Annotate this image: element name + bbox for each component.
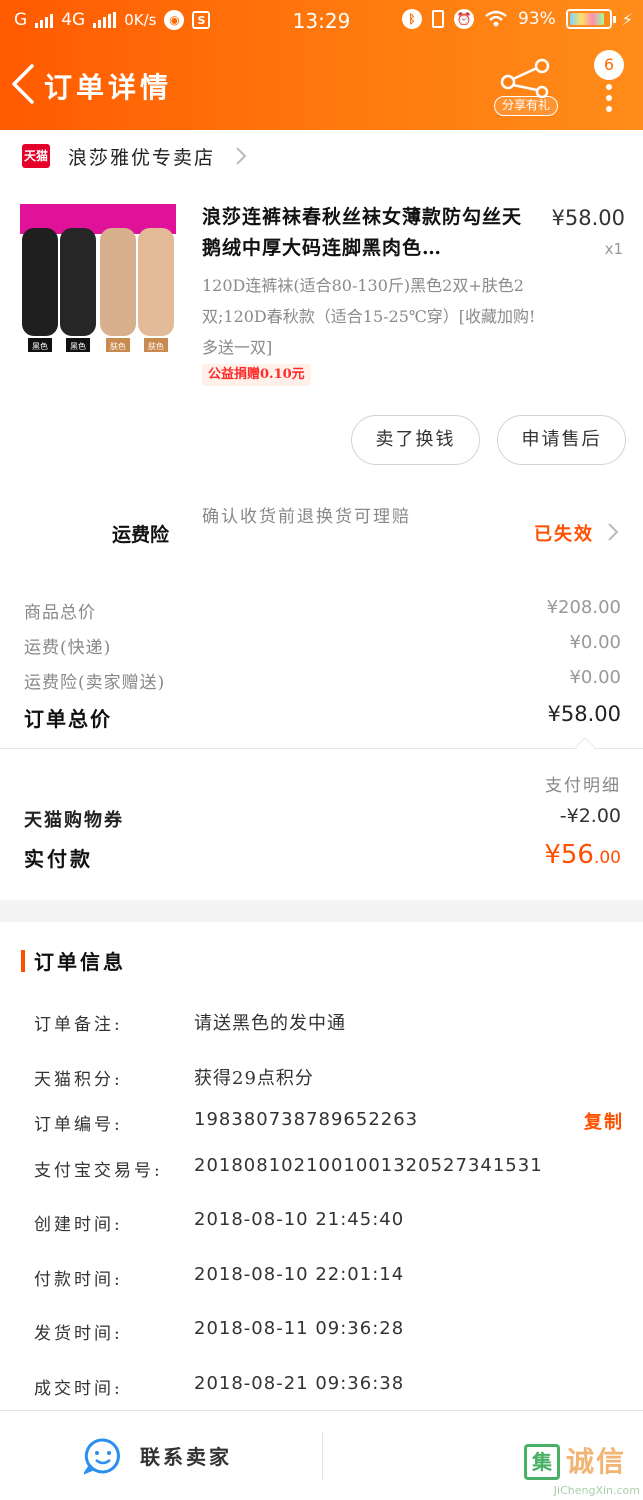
tights-image: 黑色 黑色 肤色 肤色 [20, 204, 176, 352]
thumb-label-1: 黑色 [32, 341, 48, 351]
chevron-right-icon [236, 147, 247, 165]
back-button[interactable] [6, 62, 42, 106]
order-number-label: 订单编号: [34, 1115, 123, 1135]
product-title[interactable]: 浪莎连裤袜春秋丝袜女薄款防勾丝天鹅绒中厚大码连脚黑肉色… [202, 202, 532, 264]
after-sale-button[interactable]: 申请售后 [497, 415, 626, 465]
insurance-label: 运费险 [112, 524, 170, 546]
shipping-label: 运费(快递) [24, 638, 112, 658]
product-price: ¥58.00 [551, 206, 625, 230]
shipping-value: ¥0.00 [569, 632, 621, 653]
deal-time-value: 2018-08-21 09:36:38 [194, 1373, 405, 1394]
order-info-title: 订单信息 [34, 950, 126, 974]
alipay-trade-label: 支付宝交易号: [34, 1161, 163, 1181]
charging-icon: ⚡ [621, 9, 633, 29]
order-total-label: 订单总价 [24, 707, 112, 731]
points-value: 获得29点积分 [194, 1068, 314, 1089]
chevron-right-icon [608, 523, 619, 541]
insurance-fee-value: ¥0.00 [569, 667, 621, 688]
insurance-fee-label: 运费险(卖家赠送) [24, 673, 166, 693]
shop-name: 浪莎雅优专卖店 [68, 147, 216, 169]
alarm-icon: ⏰ [453, 9, 474, 29]
insurance-desc: 确认收货前退换货可理赔 [202, 507, 411, 527]
status-bar: G 4G 0K/s ◉ S 13:29 ᛒ ⏰ 93% ⚡ [0, 0, 643, 44]
section-separator [0, 900, 643, 922]
charity-badge: 公益捐赠0.10元 [202, 364, 311, 386]
wifi-icon [485, 10, 507, 27]
deal-time-label: 成交时间: [34, 1379, 123, 1399]
divider [0, 748, 643, 749]
product-sku: 120D连裤袜(适合80-130斤)黑色2双+肤色2双;120D春秋款（适合15… [202, 276, 536, 357]
paid-time-label: 付款时间: [34, 1270, 123, 1290]
battery-icon [565, 9, 616, 29]
chat-icon [84, 1438, 120, 1475]
battery-percent: 93% [517, 9, 556, 29]
watermark-url: JiChengXin.com [553, 1484, 640, 1497]
thumb-label-2: 黑色 [70, 341, 86, 351]
more-button[interactable]: 6 [588, 48, 632, 112]
created-time-value: 2018-08-10 21:45:40 [194, 1209, 405, 1230]
goods-total-value: ¥208.00 [546, 597, 621, 618]
paid-amount-value: ¥56.00 [544, 840, 621, 870]
message-count-badge: 6 [594, 50, 624, 80]
contact-seller-button[interactable]: 联系卖家 [0, 1411, 322, 1500]
phone-icon [431, 10, 444, 28]
points-label: 天猫积分: [34, 1070, 123, 1090]
contact-seller-label: 联系卖家 [140, 1445, 232, 1469]
product-quantity: x1 [604, 240, 623, 258]
share-icon [500, 58, 550, 98]
back-arrow-icon [12, 64, 34, 104]
alipay-trade-value: 2018081021001001320527341531 [194, 1155, 543, 1176]
product-thumbnail[interactable]: 黑色 黑色 肤色 肤色 [20, 204, 176, 360]
thumb-label-4: 肤色 [148, 341, 164, 351]
divider-notch [575, 737, 595, 757]
sell-for-cash-button[interactable]: 卖了换钱 [351, 415, 480, 465]
order-number-value: 198380738789652263 [194, 1109, 419, 1130]
more-dots-icon [606, 84, 612, 117]
bluetooth-icon: ᛒ [401, 9, 422, 29]
shop-row[interactable]: 天猫 浪莎雅优专卖店 [0, 130, 643, 182]
shipped-time-label: 发货时间: [34, 1324, 123, 1344]
order-total-value: ¥58.00 [547, 702, 621, 726]
product-item[interactable]: 黑色 黑色 肤色 肤色 浪莎连裤袜春秋丝袜女薄款防勾丝天鹅绒中厚大码连脚黑肉色…… [0, 192, 643, 392]
thumb-label-3: 肤色 [110, 341, 126, 351]
coupon-label: 天猫购物券 [24, 810, 124, 831]
created-time-label: 创建时间: [34, 1215, 123, 1235]
paid-main: ¥56 [544, 840, 594, 870]
bottom-divider [322, 1433, 323, 1479]
coupon-value: -¥2.00 [559, 805, 621, 827]
shipped-time-value: 2018-08-11 09:36:28 [194, 1318, 405, 1339]
payment-detail-link[interactable]: 支付明细 [545, 771, 621, 796]
share-button[interactable]: 分享有礼 [494, 56, 560, 118]
tmall-badge-icon: 天猫 [22, 144, 50, 168]
section-accent-bar [21, 950, 25, 972]
share-label: 分享有礼 [494, 96, 558, 116]
watermark-text: 诚信 [566, 1445, 627, 1478]
header: G 4G 0K/s ◉ S 13:29 ᛒ ⏰ 93% ⚡ 订单详情 分享有礼 … [0, 0, 643, 130]
paid-time-value: 2018-08-10 22:01:14 [194, 1264, 405, 1285]
watermark-logo: 集 诚信 JiChengXin.com [524, 1440, 640, 1497]
goods-total-label: 商品总价 [24, 603, 96, 623]
paid-cents: .00 [593, 848, 621, 868]
watermark-box: 集 [524, 1444, 560, 1480]
paid-amount-label: 实付款 [24, 847, 93, 871]
remark-label: 订单备注: [34, 1015, 123, 1035]
page-title: 订单详情 [44, 71, 173, 104]
remark-value: 请送黑色的发中通 [194, 1013, 346, 1034]
copy-button[interactable]: 复制 [584, 1108, 624, 1134]
insurance-status: 已失效 [534, 524, 594, 545]
